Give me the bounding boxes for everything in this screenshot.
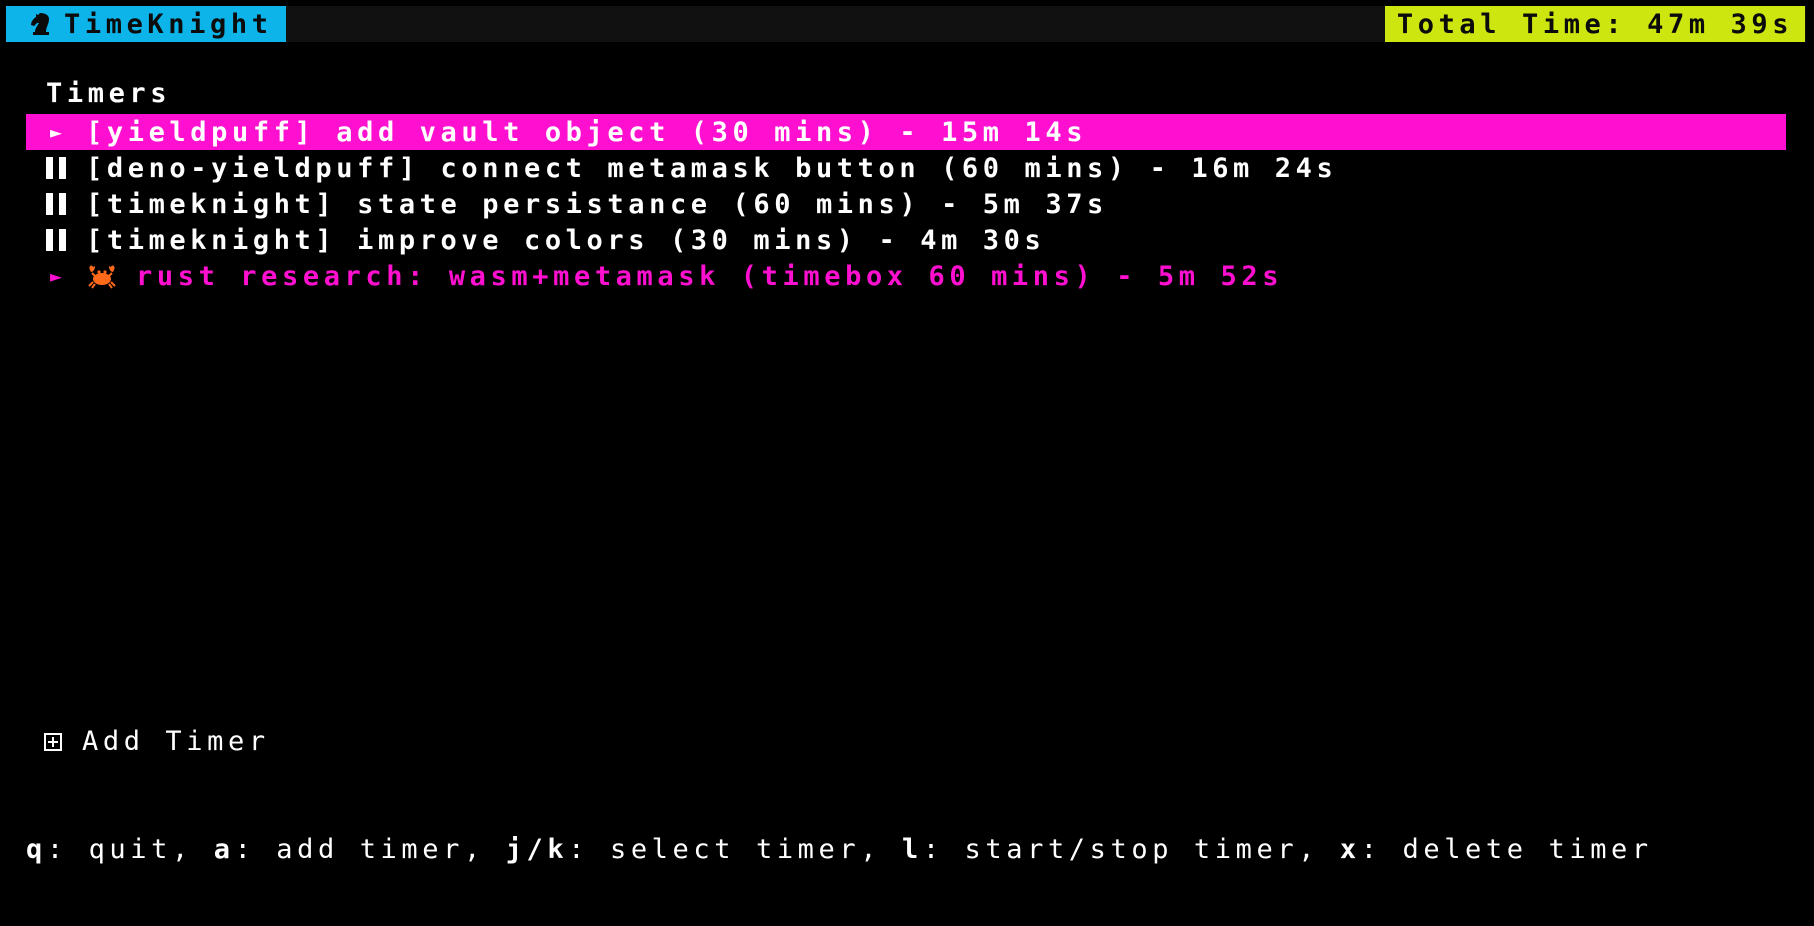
timer-label: [yieldpuff] add vault object (30 mins) -… [86, 116, 1088, 148]
help-key: q [26, 834, 47, 865]
crab-icon [88, 265, 116, 289]
timer-row[interactable]: [timeknight] state persistance (60 mins)… [26, 186, 1786, 222]
keybinding-help: q: quit, a: add timer, j/k: select timer… [26, 832, 1653, 868]
help-desc: : delete timer [1360, 834, 1653, 865]
help-desc: : quit, [46, 834, 214, 865]
timer-row[interactable]: [timeknight] improve colors (30 mins) - … [26, 222, 1786, 258]
timer-row[interactable]: [deno-yieldpuff] connect metamask button… [26, 150, 1786, 186]
help-key: a [213, 834, 235, 865]
timers-title: Timers [46, 78, 172, 109]
pause-icon [26, 229, 86, 251]
pause-icon [26, 193, 86, 215]
timer-label: rust research: wasm+metamask (timebox 60… [136, 260, 1284, 292]
total-time-label: Total Time: 47m 39s [1396, 8, 1794, 40]
play-icon: ► [49, 120, 63, 144]
help-key: l [901, 834, 923, 865]
timer-row[interactable]: ► rust research: wasm+metamask (timebox … [26, 258, 1786, 294]
timer-label: [deno-yieldpuff] connect metamask button… [86, 152, 1338, 184]
help-key: j/k [505, 834, 569, 865]
play-icon: ► [49, 264, 63, 288]
help-key: x [1339, 834, 1361, 865]
app-name: TimeKnight [64, 8, 273, 40]
timer-label: [timeknight] state persistance (60 mins)… [86, 188, 1108, 220]
total-time-badge: Total Time: 47m 39s [1385, 6, 1805, 42]
timer-label: [timeknight] improve colors (30 mins) - … [86, 224, 1046, 256]
plus-box-icon [44, 733, 62, 751]
chess-knight-icon [31, 13, 49, 35]
add-timer-button[interactable]: Add Timer [44, 724, 270, 760]
app-title: TimeKnight [6, 6, 286, 42]
help-desc: : select timer, [568, 834, 902, 865]
help-desc: : add timer, [234, 834, 506, 865]
timer-list: ► [yieldpuff] add vault object (30 mins)… [26, 114, 1786, 294]
timer-row[interactable]: ► [yieldpuff] add vault object (30 mins)… [26, 114, 1786, 150]
add-timer-label: Add Timer [82, 726, 270, 757]
pause-icon [26, 157, 86, 179]
help-desc: : start/stop timer, [922, 834, 1340, 865]
